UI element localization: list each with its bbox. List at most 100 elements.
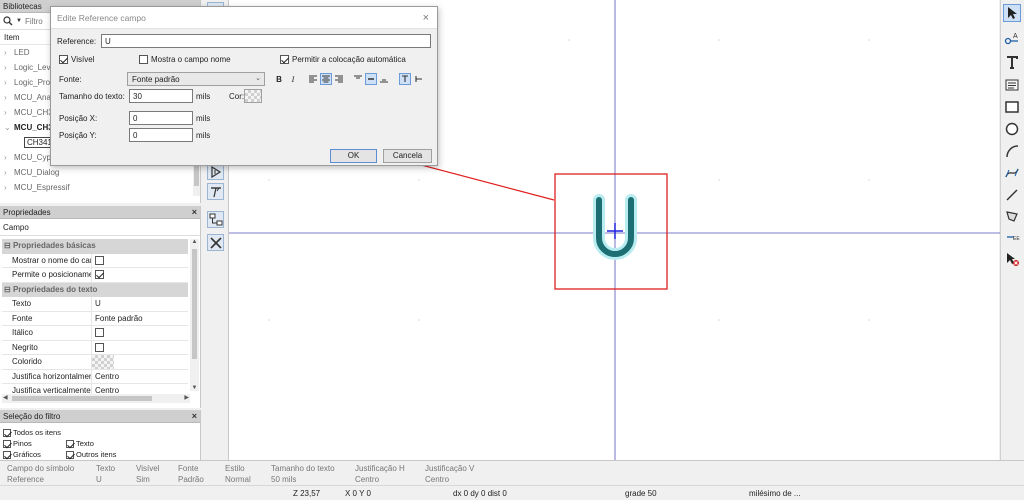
filter-pins[interactable]: Pinos [3,439,32,448]
add-pin-button[interactable]: A [1003,30,1021,48]
hierarchy-icon [209,213,222,225]
add-rectangle-button[interactable] [1003,98,1021,116]
wrench-screwdriver-icon [209,236,222,249]
property-category-basic[interactable]: ⊟ Propriedades básicas [2,239,188,254]
chevron-right-icon[interactable]: › [4,165,14,180]
property-row[interactable]: Mostrar o nome do cam... [2,253,188,268]
chevron-right-icon[interactable]: › [4,45,14,60]
property-row[interactable]: Negrito [2,340,188,355]
properties-hscrollbar[interactable]: ◀ ▶ [2,394,190,403]
filter-text-checkbox[interactable] [66,439,74,448]
property-value[interactable]: Centro [92,370,188,384]
font-select[interactable]: Fonte padrão ⌄ [127,72,265,86]
text-size-input[interactable] [129,89,193,103]
property-value[interactable]: U [92,297,188,311]
chevron-right-icon[interactable]: › [4,60,14,75]
add-text-button[interactable] [1003,53,1021,71]
property-value[interactable] [92,268,188,282]
property-category-text[interactable]: ⊟ Propriedades do texto [2,282,188,297]
property-row[interactable]: Itálico [2,326,188,341]
library-tree-item[interactable]: › MCU_Espressif [0,180,200,195]
add-bezier-button[interactable] [1003,164,1021,182]
pin-length-tool-button[interactable] [207,183,224,200]
chevron-right-icon[interactable]: › [4,180,14,195]
font-label: Fonte: [59,75,82,84]
property-value[interactable] [92,341,188,355]
filter-other[interactable]: Outros itens [66,450,116,459]
filter-graphics-checkbox[interactable] [3,450,11,459]
valign-bottom-button[interactable] [378,73,390,85]
text-rotate-icon [415,76,422,82]
close-icon[interactable]: × [192,207,197,217]
properties-vscrollbar[interactable]: ▲ ▼ [190,239,199,391]
auto-place-checkbox[interactable] [280,55,289,64]
add-polygon-button[interactable] [1003,207,1021,225]
align-left-button[interactable] [307,73,319,85]
chevron-right-icon[interactable]: › [4,150,14,165]
cancel-button[interactable]: Cancela [383,149,432,163]
chevron-down-icon[interactable]: ▼ [16,18,22,24]
ok-button[interactable]: OK [330,149,377,163]
message-column-title: Estilo [225,464,245,473]
property-row[interactable]: Justifica horizontalmente Centro [2,369,188,384]
library-label: Logic_Leve [14,63,55,72]
chevron-right-icon[interactable]: › [4,105,14,120]
italic-button[interactable]: I [287,73,299,85]
anchor-button[interactable]: EE [1003,228,1021,246]
orientation-horizontal-button[interactable] [399,73,411,85]
property-value[interactable] [92,254,188,268]
chevron-right-icon[interactable]: › [4,75,14,90]
property-row[interactable]: Texto U [2,297,188,312]
library-tree-item[interactable]: › MCU_Dialog [0,165,200,180]
align-center-button[interactable] [320,73,332,85]
valign-top-button[interactable] [352,73,364,85]
polygon-icon [1006,211,1018,222]
font-select-value: Fonte padrão [132,75,180,84]
textbox-icon [1005,79,1019,91]
rectangle-icon [1005,101,1019,113]
valign-center-button[interactable] [365,73,377,85]
align-right-button[interactable] [333,73,345,85]
filter-pins-checkbox[interactable] [3,439,11,448]
property-checkbox[interactable] [95,270,104,280]
filter-graphics[interactable]: Gráficos [3,450,41,459]
add-circle-button[interactable] [1003,120,1021,138]
property-row[interactable]: Colorido [2,355,188,370]
chevron-down-icon[interactable]: ⌄ [4,120,14,135]
property-checkbox[interactable] [95,255,104,265]
filter-all-checkbox[interactable] [3,428,11,437]
add-line-button[interactable] [1003,186,1021,204]
bold-button[interactable]: B [273,73,285,85]
add-textbox-button[interactable] [1003,76,1021,94]
show-name-option[interactable]: Mostra o campo nome [139,55,231,64]
visible-checkbox[interactable] [59,55,68,64]
reference-input[interactable] [101,34,431,48]
pos-y-input[interactable] [129,128,193,142]
orientation-vertical-button[interactable] [413,73,425,85]
filter-text[interactable]: Texto [66,439,94,448]
color-swatch-button[interactable] [244,89,262,103]
property-checkbox[interactable] [95,342,104,352]
property-color-swatch[interactable] [92,355,114,369]
chevron-right-icon[interactable]: › [4,90,14,105]
delete-tool-button[interactable] [1003,250,1021,268]
property-row[interactable]: Fonte Fonte padrão [2,311,188,326]
hierarchy-tool-button[interactable] [207,211,224,228]
property-value[interactable] [92,326,188,340]
filter-all-items[interactable]: Todos os itens [3,428,61,437]
select-tool-button[interactable] [1003,4,1021,22]
show-name-checkbox[interactable] [139,55,148,64]
add-arc-button[interactable] [1003,142,1021,160]
pos-x-input[interactable] [129,111,193,125]
tools-button[interactable] [207,234,224,251]
visible-option[interactable]: Visível [59,55,94,64]
property-checkbox[interactable] [95,328,104,338]
filter-other-checkbox[interactable] [66,450,74,459]
svg-text:EE: EE [1013,236,1020,242]
property-row[interactable]: Permite o posicioname... [2,268,188,283]
close-icon[interactable]: × [423,7,429,29]
close-icon[interactable]: × [192,411,197,421]
visible-label: Visível [71,55,95,64]
auto-place-option[interactable]: Permitir a colocação automática [280,55,406,64]
property-value[interactable]: Fonte padrão [92,312,188,326]
